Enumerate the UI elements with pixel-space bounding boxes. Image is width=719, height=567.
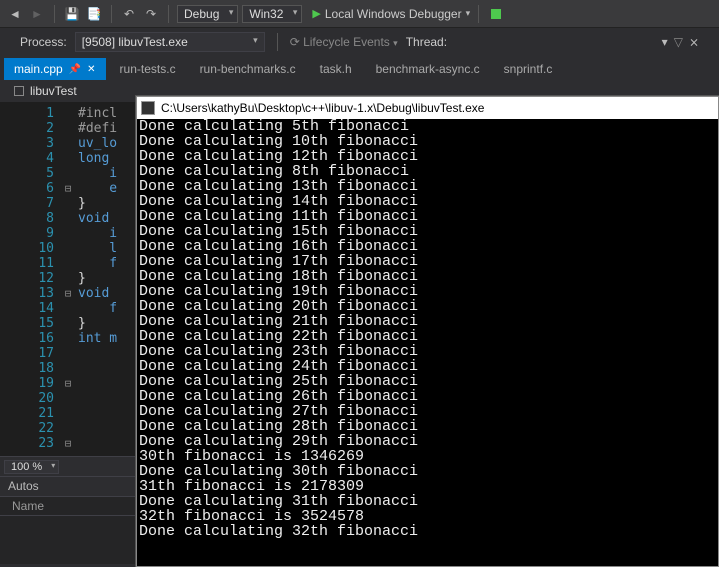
tab-run-benchmarks[interactable]: run-benchmarks.c xyxy=(190,58,306,80)
tab-label: task.h xyxy=(320,62,352,76)
tool-icon[interactable] xyxy=(487,5,505,23)
project-title: libuvTest xyxy=(30,84,77,98)
play-icon: ▶ xyxy=(312,7,320,20)
platform-select[interactable]: Win32 xyxy=(242,5,302,23)
config-select[interactable]: Debug xyxy=(177,5,238,23)
console-titlebar[interactable]: C:\Users\kathyBu\Desktop\c++\libuv-1.x\D… xyxy=(137,97,718,119)
tab-benchmark-async[interactable]: benchmark-async.c xyxy=(366,58,490,80)
chevron-down-icon: ▾ xyxy=(393,38,398,48)
main-toolbar: ◄ ► 💾 📑 ↶ ↷ Debug Win32 ▶ Local Windows … xyxy=(0,0,719,28)
save-icon[interactable]: 💾 xyxy=(63,5,81,23)
process-label: Process: xyxy=(20,35,67,49)
lifecycle-events-button[interactable]: ⟳ Lifecycle Events ▾ xyxy=(290,35,398,49)
tab-label: snprintf.c xyxy=(504,62,553,76)
document-tabs: main.cpp 📌 ✕ run-tests.c run-benchmarks.… xyxy=(0,56,719,80)
tab-task-h[interactable]: task.h xyxy=(310,58,362,80)
thread-label: Thread: xyxy=(406,35,447,49)
undo-icon[interactable]: ↶ xyxy=(120,5,138,23)
console-window[interactable]: C:\Users\kathyBu\Desktop\c++\libuv-1.x\D… xyxy=(136,96,719,567)
tab-snprintf[interactable]: snprintf.c xyxy=(494,58,563,80)
pin-icon[interactable]: 📌 xyxy=(69,64,81,75)
nav-back-icon[interactable]: ◄ xyxy=(6,5,24,23)
project-icon xyxy=(14,86,24,96)
separator xyxy=(111,5,112,23)
saveall-icon[interactable]: 📑 xyxy=(85,5,103,23)
debugger-label: Local Windows Debugger xyxy=(325,7,462,21)
dropdown-icon[interactable]: ▾ xyxy=(662,35,668,49)
tab-label: run-tests.c xyxy=(120,62,176,76)
zoom-select[interactable]: 100 % xyxy=(4,460,59,474)
separator xyxy=(168,5,169,23)
close-icon[interactable]: ✕ xyxy=(87,64,95,75)
separator xyxy=(277,33,278,51)
cycle-icon: ⟳ xyxy=(290,35,300,49)
separator xyxy=(478,5,479,23)
start-debug-button[interactable]: ▶ Local Windows Debugger ▾ xyxy=(312,7,470,21)
chevron-down-icon: ▾ xyxy=(466,8,471,19)
console-title: C:\Users\kathyBu\Desktop\c++\libuv-1.x\D… xyxy=(161,101,484,115)
tab-label: benchmark-async.c xyxy=(376,62,480,76)
filter-icon[interactable]: ▽ xyxy=(674,35,683,49)
tab-label: main.cpp xyxy=(14,62,63,76)
tab-label: run-benchmarks.c xyxy=(200,62,296,76)
tab-main-cpp[interactable]: main.cpp 📌 ✕ xyxy=(4,58,106,80)
close-pane-icon[interactable]: ⨯ xyxy=(689,35,699,49)
outline-gutter[interactable]: ⊟⊟⊟⊟ xyxy=(62,102,74,456)
process-select[interactable]: [9508] libuvTest.exe xyxy=(75,32,265,52)
tab-run-tests[interactable]: run-tests.c xyxy=(110,58,186,80)
console-app-icon xyxy=(141,101,155,115)
nav-fwd-icon[interactable]: ► xyxy=(28,5,46,23)
redo-icon[interactable]: ↷ xyxy=(142,5,160,23)
line-number-gutter: 1234567891011121314151617181920212223 xyxy=(0,102,62,456)
debug-toolbar: Process: [9508] libuvTest.exe ⟳ Lifecycl… xyxy=(0,28,719,56)
console-output: Done calculating 5th fibonacci Done calc… xyxy=(137,119,718,566)
separator xyxy=(54,5,55,23)
